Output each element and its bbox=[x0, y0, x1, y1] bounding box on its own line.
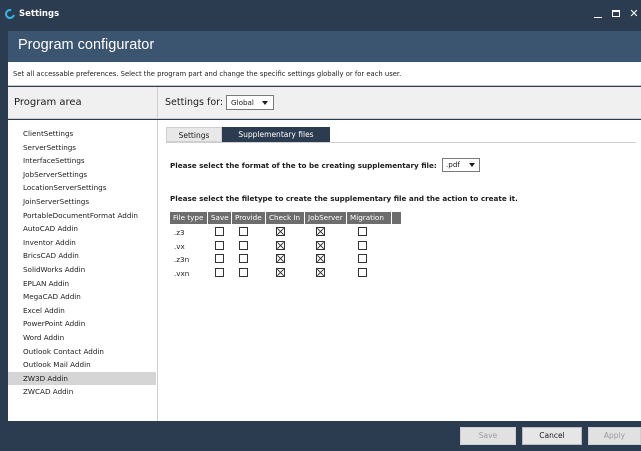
provide-checkbox[interactable] bbox=[239, 227, 248, 236]
program-area-item[interactable]: ZWCAD Addin bbox=[8, 385, 156, 399]
settings-panel: Settings Supplementary files Please sele… bbox=[158, 120, 641, 421]
migration-checkbox[interactable] bbox=[358, 240, 367, 250]
tab-supplementary-files[interactable]: Supplementary files bbox=[222, 127, 330, 142]
description-text: Set all accessable preferences. Select t… bbox=[13, 70, 402, 78]
cancel-button[interactable]: Cancel bbox=[522, 427, 582, 445]
jobserver-checkbox[interactable] bbox=[316, 240, 325, 250]
file-type-cell: .vxn bbox=[174, 268, 190, 278]
filetype-label: Please select the filetype to create the… bbox=[170, 194, 518, 203]
close-icon: ✕ bbox=[629, 7, 639, 20]
apply-button[interactable]: Apply bbox=[588, 427, 641, 445]
format-dropdown[interactable]: .pdf bbox=[442, 158, 480, 172]
close-button[interactable]: ✕ bbox=[626, 7, 641, 21]
save-button[interactable]: Save bbox=[460, 427, 516, 445]
program-area-item[interactable]: JoinServerSettings bbox=[8, 195, 156, 209]
checkin-checkbox[interactable] bbox=[276, 240, 285, 250]
settings-for-label: Settings for: bbox=[165, 97, 224, 108]
jobserver-checkbox[interactable] bbox=[316, 254, 325, 264]
save-checkbox[interactable] bbox=[215, 240, 224, 250]
column-header: Migration bbox=[347, 212, 392, 224]
chevron-down-icon bbox=[262, 101, 268, 105]
program-area-item[interactable]: JobServerSettings bbox=[8, 168, 156, 182]
checkin-checkbox[interactable] bbox=[276, 254, 285, 264]
tab-divider bbox=[166, 142, 636, 143]
format-label: Please select the format of the to be cr… bbox=[170, 161, 437, 170]
chevron-down-icon bbox=[469, 163, 475, 167]
program-area-item[interactable]: ClientSettings bbox=[8, 127, 156, 141]
save-checkbox[interactable] bbox=[215, 227, 224, 236]
migration-checkbox[interactable] bbox=[358, 227, 367, 236]
program-area-item[interactable]: ServerSettings bbox=[8, 141, 156, 155]
program-area-item[interactable]: LocationServerSettings bbox=[8, 181, 156, 195]
save-checkbox[interactable] bbox=[215, 267, 224, 277]
page-header: Program configurator bbox=[8, 31, 641, 62]
migration-checkbox[interactable] bbox=[358, 267, 367, 277]
program-area-item[interactable]: EPLAN Addin bbox=[8, 277, 156, 291]
maximize-button[interactable] bbox=[608, 7, 624, 21]
provide-checkbox[interactable] bbox=[239, 240, 248, 250]
provide-checkbox[interactable] bbox=[239, 254, 248, 264]
checkin-checkbox[interactable] bbox=[276, 227, 285, 236]
footer-bar: Save Cancel Apply bbox=[8, 421, 641, 451]
program-area-item[interactable]: InterfaceSettings bbox=[8, 154, 156, 168]
description-bar: Set all accessable preferences. Select t… bbox=[8, 62, 641, 86]
program-area-item[interactable]: Inventor Addin bbox=[8, 236, 156, 250]
maximize-icon bbox=[612, 10, 620, 17]
format-value: .pdf bbox=[446, 160, 460, 169]
column-header: File type bbox=[170, 212, 208, 224]
column-header: JobServer bbox=[305, 212, 347, 224]
checkin-checkbox[interactable] bbox=[276, 267, 285, 277]
minimize-icon bbox=[594, 17, 602, 18]
file-type-cell: .z3n bbox=[174, 255, 190, 265]
column-header: Provide bbox=[232, 212, 266, 224]
jobserver-checkbox[interactable] bbox=[316, 267, 325, 277]
program-area-item[interactable]: Word Addin bbox=[8, 331, 156, 345]
settings-for-value: Global bbox=[231, 98, 254, 107]
app-logo-icon bbox=[3, 7, 17, 21]
table-row: .z3n bbox=[170, 252, 401, 266]
column-header: Save bbox=[208, 212, 232, 224]
table-row: .z3 bbox=[170, 225, 401, 239]
program-area-header: Program area bbox=[8, 87, 158, 119]
settings-for-dropdown[interactable]: Global bbox=[226, 95, 274, 110]
page-title: Program configurator bbox=[18, 37, 155, 53]
table-row: .vxn bbox=[170, 266, 401, 280]
jobserver-checkbox[interactable] bbox=[316, 227, 325, 236]
program-area-title: Program area bbox=[14, 97, 82, 108]
program-area-item[interactable]: AutoCAD Addin bbox=[8, 222, 156, 236]
program-area-item[interactable]: PowerPoint Addin bbox=[8, 317, 156, 331]
minimize-button[interactable] bbox=[590, 7, 606, 21]
window-title: Settings bbox=[19, 9, 60, 19]
program-area-item[interactable]: Excel Addin bbox=[8, 304, 156, 318]
program-area-item[interactable]: MegaCAD Addin bbox=[8, 290, 156, 304]
program-area-item[interactable]: ZW3D Addin bbox=[8, 371, 156, 386]
program-area-item[interactable]: Outlook Mail Addin bbox=[8, 358, 156, 372]
save-checkbox[interactable] bbox=[215, 254, 224, 264]
column-header: Check In bbox=[266, 212, 305, 224]
program-area-item[interactable]: BricsCAD Addin bbox=[8, 249, 156, 263]
migration-checkbox[interactable] bbox=[358, 254, 367, 264]
program-area-item[interactable]: SolidWorks Addin bbox=[8, 263, 156, 277]
program-area-item[interactable]: PortableDocumentFormat Addin bbox=[8, 209, 156, 223]
tab-settings[interactable]: Settings bbox=[166, 127, 222, 142]
table-header-row: File type Save Provide Check In JobServer Mig… bbox=[170, 212, 401, 224]
program-area-item[interactable]: Outlook Contact Addin bbox=[8, 345, 156, 359]
settings-for-bar: Settings for: Global bbox=[158, 87, 641, 119]
table-row: .vx bbox=[170, 239, 401, 253]
file-type-cell: .vx bbox=[174, 241, 185, 251]
title-bar: Settings ✕ bbox=[0, 0, 641, 31]
file-type-cell: .z3 bbox=[174, 228, 185, 237]
provide-checkbox[interactable] bbox=[239, 267, 248, 277]
program-area-panel: ClientSettings ServerSettings InterfaceSet… bbox=[8, 120, 158, 421]
program-area-list: ClientSettings ServerSettings InterfaceSet… bbox=[8, 127, 156, 399]
